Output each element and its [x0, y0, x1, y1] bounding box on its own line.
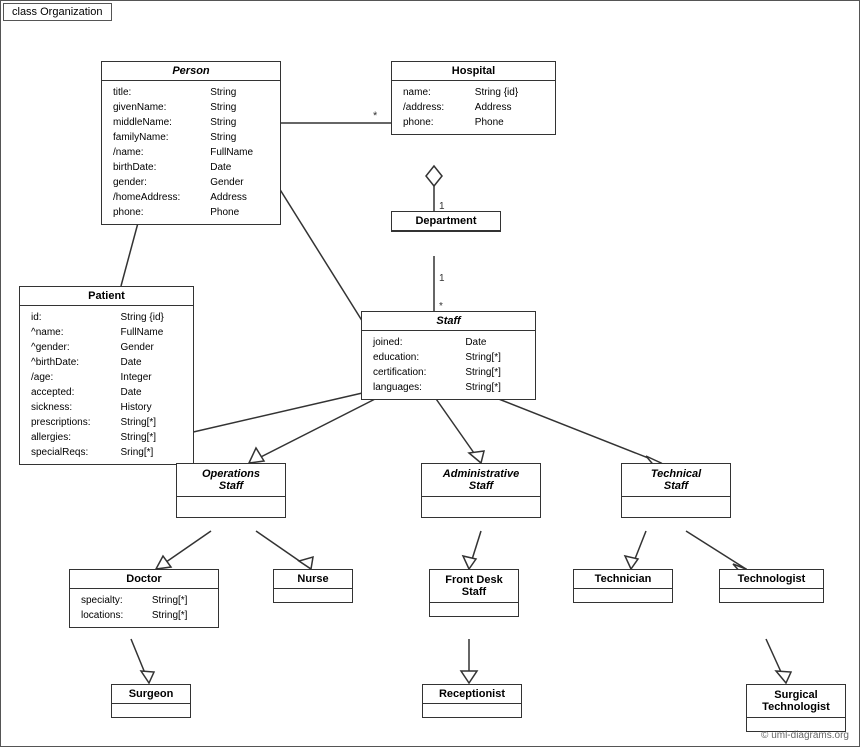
administrative-staff-class: AdministrativeStaff	[421, 463, 541, 518]
patient-class: Patient id:String {id} ^name:FullName ^g…	[19, 286, 194, 465]
person-class: Person title:String givenName:String mid…	[101, 61, 281, 225]
technical-staff-class: TechnicalStaff	[621, 463, 731, 518]
operations-staff-class: OperationsStaff	[176, 463, 286, 518]
diagram-title: class Organization	[3, 3, 112, 21]
technologist-class: Technologist	[719, 569, 824, 603]
surgeon-class: Surgeon	[111, 684, 191, 718]
nurse-class: Nurse	[273, 569, 353, 603]
staff-class: Staff joined:Date education:String[*] ce…	[361, 311, 536, 400]
diagram-container: class Organization * * 1 * 1 * *	[0, 0, 860, 747]
technician-class: Technician	[573, 569, 673, 603]
front-desk-staff-class: Front DeskStaff	[429, 569, 519, 617]
surgical-technologist-class: SurgicalTechnologist	[746, 684, 846, 732]
svg-text:*: *	[373, 110, 378, 122]
receptionist-class: Receptionist	[422, 684, 522, 718]
department-class: Department	[391, 211, 501, 232]
copyright-text: © uml-diagrams.org	[761, 730, 849, 741]
svg-text:1: 1	[439, 273, 445, 284]
hospital-class: Hospital name:String {id} /address:Addre…	[391, 61, 556, 135]
doctor-class: Doctor specialty:String[*] locations:Str…	[69, 569, 219, 628]
